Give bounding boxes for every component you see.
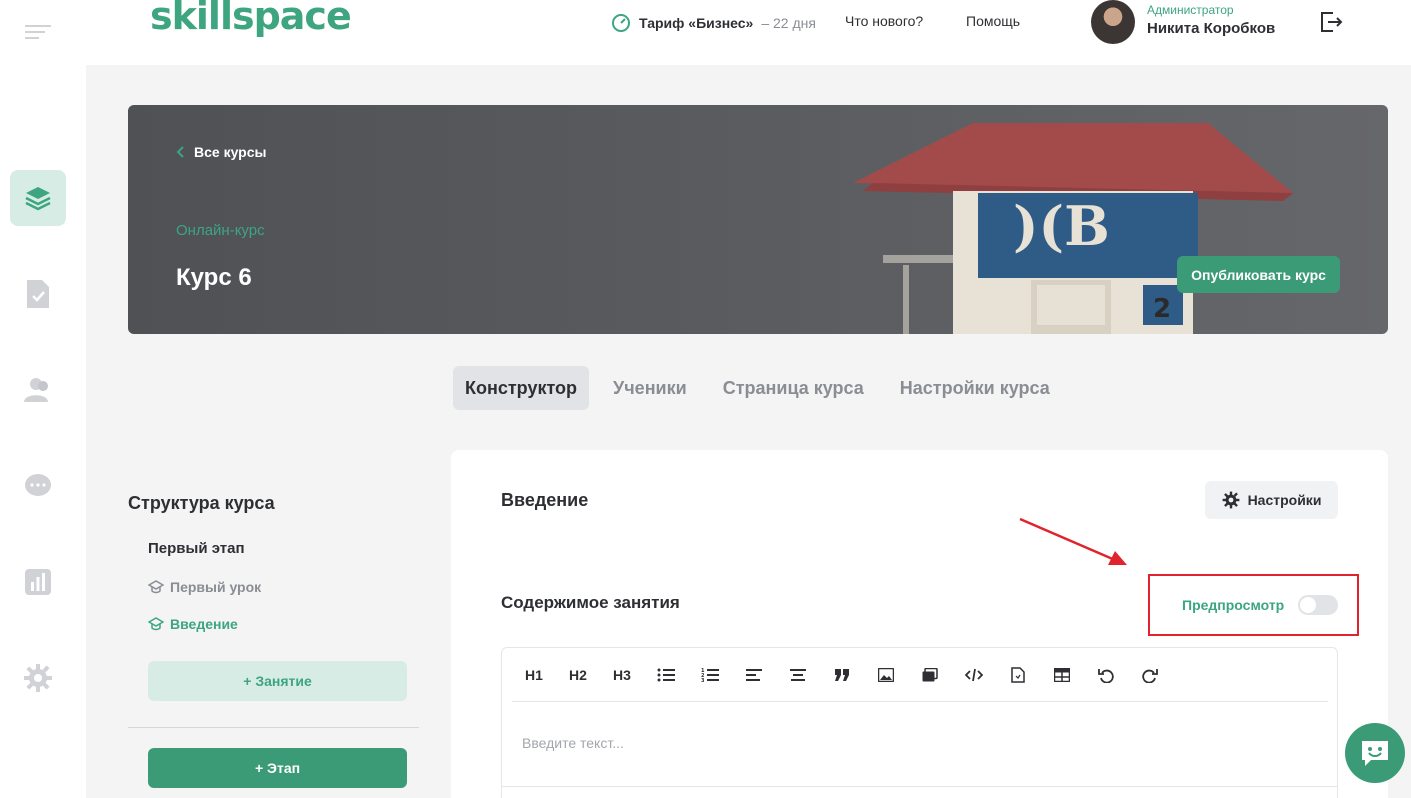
logout-icon[interactable] — [1319, 10, 1343, 34]
speedometer-icon — [612, 14, 630, 32]
back-link[interactable]: Все курсы — [176, 144, 266, 160]
user-name[interactable]: Никита Коробков — [1147, 20, 1275, 37]
plan-label: Тариф «Бизнес» — [639, 15, 754, 31]
settings-button[interactable]: Настройки — [1205, 481, 1338, 519]
svg-text:2: 2 — [1153, 294, 1171, 324]
bullet-list-icon[interactable] — [644, 660, 688, 690]
preview-label[interactable]: Предпросмотр — [1182, 597, 1284, 613]
banner-image: )(B 2 — [853, 123, 1293, 334]
plan-info[interactable]: Тариф «Бизнес» – 22 дня — [611, 13, 816, 33]
course-tabs: Конструктор Ученики Страница курса Настр… — [453, 366, 1062, 410]
support-chat-button[interactable] — [1345, 723, 1405, 783]
add-stage-button[interactable]: + Этап — [148, 748, 407, 788]
text-editor[interactable]: H1 H2 H3 123 Введите текст... — [501, 647, 1338, 798]
chat-smile-icon — [1362, 741, 1388, 766]
svg-text:3: 3 — [701, 678, 705, 682]
svg-text:)(B: )(B — [1013, 194, 1110, 258]
publish-button[interactable]: Опубликовать курс — [1177, 256, 1340, 293]
whats-new-link[interactable]: Что нового? — [845, 13, 923, 29]
editor-placeholder: Введите текст... — [522, 735, 624, 751]
align-left-icon[interactable] — [732, 660, 776, 690]
avatar[interactable] — [1091, 0, 1135, 44]
settings-label: Настройки — [1247, 492, 1322, 508]
chevron-left-icon — [176, 146, 184, 158]
users-icon[interactable] — [10, 362, 66, 418]
redo-icon[interactable] — [1128, 660, 1172, 690]
analytics-icon[interactable] — [10, 554, 66, 610]
tab-course-page[interactable]: Страница курса — [711, 366, 876, 410]
menu-icon[interactable] — [10, 6, 66, 62]
table-icon[interactable] — [1040, 660, 1084, 690]
course-title: Курс 6 — [176, 264, 252, 291]
align-center-icon[interactable] — [776, 660, 820, 690]
course-type: Онлайн-курс — [176, 222, 265, 239]
numbered-list-icon[interactable]: 123 — [688, 660, 732, 690]
heading3-button[interactable]: H3 — [600, 660, 644, 690]
gear-icon — [1222, 491, 1239, 509]
file-icon[interactable] — [996, 660, 1040, 690]
lesson-title: Введение — [501, 490, 589, 510]
help-link[interactable]: Помощь — [966, 13, 1020, 29]
lesson-item[interactable]: Первый урок — [148, 579, 261, 595]
courses-icon[interactable] — [10, 170, 66, 226]
divider — [128, 727, 419, 728]
back-label: Все курсы — [194, 144, 267, 160]
toggle-knob — [1300, 597, 1316, 613]
add-lesson-button[interactable]: + Занятие — [148, 661, 407, 701]
sidebar — [0, 0, 86, 798]
code-icon[interactable] — [952, 660, 996, 690]
top-bar: skillspace Тариф «Бизнес» – 22 дня Что н… — [86, 0, 1411, 65]
gear-icon[interactable] — [10, 650, 66, 706]
editor-divider — [502, 786, 1337, 787]
lesson-card: Введение Настройки Содержимое занятия Пр… — [451, 450, 1388, 798]
heading2-button[interactable]: H2 — [556, 660, 600, 690]
undo-icon[interactable] — [1084, 660, 1128, 690]
user-role: Администратор — [1147, 3, 1234, 17]
preview-toggle[interactable] — [1298, 595, 1338, 615]
structure-title: Структура курса — [128, 493, 275, 513]
heading1-button[interactable]: H1 — [512, 660, 556, 690]
logo[interactable]: skillspace — [150, 0, 352, 38]
graduation-cap-icon — [148, 617, 164, 631]
tab-constructor[interactable]: Конструктор — [453, 366, 590, 410]
chat-icon[interactable] — [10, 458, 66, 514]
lesson-item-active[interactable]: Введение — [148, 616, 238, 632]
quote-icon[interactable] — [820, 660, 864, 690]
gallery-icon[interactable] — [908, 660, 952, 690]
stage-item[interactable]: Первый этап — [148, 540, 245, 557]
arrow-annotation — [1019, 517, 1127, 565]
course-banner: )(B 2 Все курсы Онлайн-курс Курс 6 Опубл… — [128, 105, 1388, 334]
plan-days: – 22 дня — [761, 15, 816, 31]
tab-course-settings[interactable]: Настройки курса — [888, 366, 1062, 410]
tab-students[interactable]: Ученики — [601, 366, 699, 410]
graduation-cap-icon — [148, 580, 164, 594]
content-title: Содержимое занятия — [501, 593, 680, 612]
image-icon[interactable] — [864, 660, 908, 690]
assignments-icon[interactable] — [10, 266, 66, 322]
editor-toolbar: H1 H2 H3 123 — [512, 648, 1328, 702]
lesson-label: Введение — [170, 616, 238, 632]
lesson-label: Первый урок — [170, 579, 262, 595]
